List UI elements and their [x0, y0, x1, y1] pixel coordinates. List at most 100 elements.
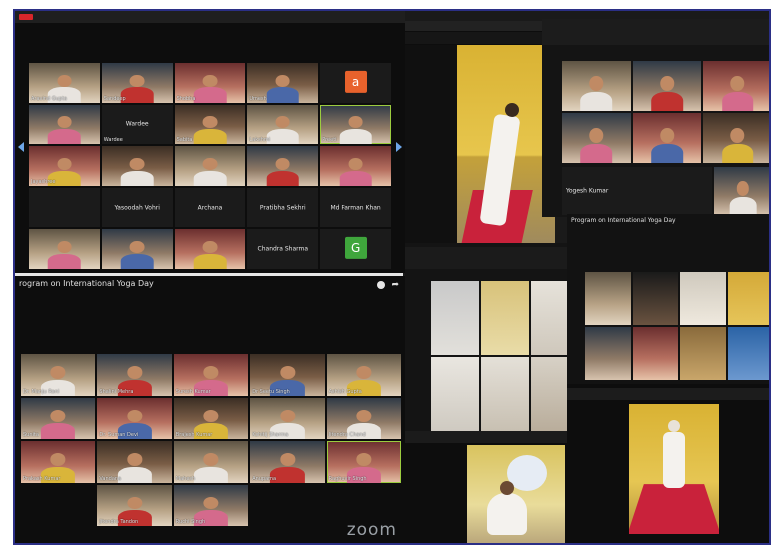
participant-video — [117, 453, 152, 483]
seated-person — [487, 493, 527, 535]
participant-name: Kshitij Sharma — [252, 432, 289, 438]
participant-tile[interactable]: Dr. Suman Devi — [97, 397, 172, 439]
participant-tile[interactable]: Mahesh — [173, 441, 249, 483]
participant-tile[interactable] — [29, 104, 100, 145]
participant-tile[interactable] — [703, 113, 769, 163]
participant-video — [120, 158, 154, 186]
participant-tile[interactable] — [703, 61, 769, 111]
participant-tile[interactable]: Yasoodah Vohri — [101, 187, 173, 228]
participant-tile[interactable] — [247, 146, 319, 186]
participant-tile[interactable]: Jitendra Chand — [326, 397, 401, 439]
mid-gallery-window — [405, 243, 580, 433]
participant-tile[interactable]: Ruchi Singh — [173, 484, 249, 526]
participant-tile — [632, 327, 678, 380]
participant-name: Mahesh — [175, 475, 196, 482]
participant-tile[interactable]: Umesh — [247, 63, 319, 103]
seated-person-head — [500, 481, 514, 495]
participant-tile[interactable] — [101, 229, 173, 269]
participant-tile[interactable]: Anupama — [250, 441, 325, 483]
participant-video — [193, 453, 229, 483]
participant-tile[interactable]: Md Farman Khan — [320, 187, 391, 228]
record-icon[interactable] — [377, 281, 385, 289]
participant-video — [580, 76, 613, 111]
standing-yoga-video — [629, 404, 719, 534]
participant-name-center: Archana — [197, 204, 223, 212]
next-page-arrow-icon[interactable] — [396, 142, 402, 152]
participant-name: Shobha — [176, 95, 196, 102]
standing-yoga-window — [567, 384, 769, 543]
participant-tile[interactable] — [632, 113, 702, 163]
side-panel — [405, 45, 457, 245]
participant-name-center: Chandra Sharma — [257, 245, 309, 253]
participant-video — [193, 116, 227, 145]
participant-tile[interactable]: Brajesh Kumar — [173, 397, 249, 439]
participant-name: Sabita — [176, 137, 193, 144]
seated-yoga-window — [405, 431, 567, 543]
participant-tile[interactable]: Vandana — [97, 441, 172, 483]
participant-video — [339, 158, 372, 186]
participant-name: Jayashree — [31, 178, 56, 185]
participant-name-center: Yasoodah Vohri — [114, 204, 160, 212]
participant-tile[interactable]: Suresh Kumar — [173, 354, 249, 396]
participant-tile[interactable]: Dr Seetu Singh — [250, 354, 325, 396]
participant-tile[interactable]: Archana — [174, 187, 246, 228]
participant-tile[interactable] — [101, 146, 173, 186]
participant-tile[interactable]: Lakshmi — [247, 104, 319, 145]
participant-tile[interactable] — [320, 146, 391, 186]
participant-name: Umesh — [249, 95, 267, 102]
participant-tile[interactable] — [29, 187, 100, 228]
share-icon[interactable]: ➦ — [391, 280, 399, 290]
participant-tile — [727, 327, 769, 380]
speaker-grid — [562, 61, 769, 163]
participant-name: Shalini Mehra — [99, 388, 134, 395]
participant-name: Sandeep — [103, 95, 126, 102]
participant-tile[interactable] — [174, 146, 246, 186]
participant-tile[interactable]: Jayashree — [29, 146, 100, 186]
participant-name: Brajesh Kumar — [175, 432, 213, 438]
participant-tile[interactable]: Sabita — [174, 104, 246, 145]
participant-tile[interactable]: Chandra Sharma — [247, 229, 319, 269]
meeting-title: rogram on International Yoga Day — [19, 279, 154, 288]
participant-tile[interactable]: Preeti — [320, 104, 391, 145]
participant-tile[interactable]: Jitendra Tandon — [97, 484, 172, 526]
participant-tile[interactable]: Prakash Kumar — [21, 441, 96, 483]
participant-tile[interactable] — [562, 113, 631, 163]
participant-video — [339, 116, 372, 145]
yoga-tile — [481, 357, 529, 431]
participant-tile[interactable]: Sandeep — [101, 63, 173, 103]
participant-tile[interactable]: Shalini Mehra — [97, 354, 172, 396]
participant-name: Raghuvir Singh — [328, 475, 367, 482]
participant-tile[interactable] — [174, 229, 246, 269]
participant-name: Ashish Gupta — [328, 388, 362, 395]
participant-tile[interactable]: Raghuvir Singh — [326, 441, 401, 483]
seated-yoga-video — [467, 445, 565, 543]
participant-name: Sunita — [23, 432, 39, 438]
participant-tile[interactable] — [632, 61, 702, 111]
participant-tile[interactable]: Sunita — [21, 397, 96, 439]
second-zoom-window: rogram on International Yoga Day ➦ Dr. M… — [15, 276, 405, 543]
participant-name: Preeti — [322, 137, 337, 144]
participant-tile[interactable]: Kshitij Sharma — [250, 397, 325, 439]
participant-tile — [585, 327, 631, 380]
participant-tile[interactable]: Shobha — [174, 63, 246, 103]
participant-tile — [632, 272, 678, 325]
yoga-mat — [629, 484, 719, 534]
yoga-video — [457, 45, 555, 245]
participant-video — [48, 116, 81, 145]
participant-tile[interactable]: Ashish Gupta — [326, 354, 401, 396]
prev-page-arrow-icon[interactable] — [18, 142, 24, 152]
participant-tile[interactable]: Pratibha Sekhri — [247, 187, 319, 228]
avatar: a — [344, 70, 367, 93]
participant-tile[interactable]: Aravind Gupta — [29, 63, 100, 103]
participant-tile[interactable] — [29, 229, 100, 269]
mid-gallery-grid — [431, 281, 579, 431]
instructor-head — [505, 103, 519, 117]
participant-video — [651, 128, 683, 163]
participant-tile[interactable]: Dr. Manju Rani — [21, 354, 96, 396]
participant-tile[interactable] — [562, 61, 631, 111]
participant-tile[interactable]: G — [320, 229, 391, 269]
yoga-tile — [481, 281, 529, 355]
participant-tile[interactable]: a — [320, 63, 391, 103]
participant-name: Vandana — [99, 475, 122, 482]
participant-tile[interactable]: Wardee Wardee — [101, 104, 173, 145]
